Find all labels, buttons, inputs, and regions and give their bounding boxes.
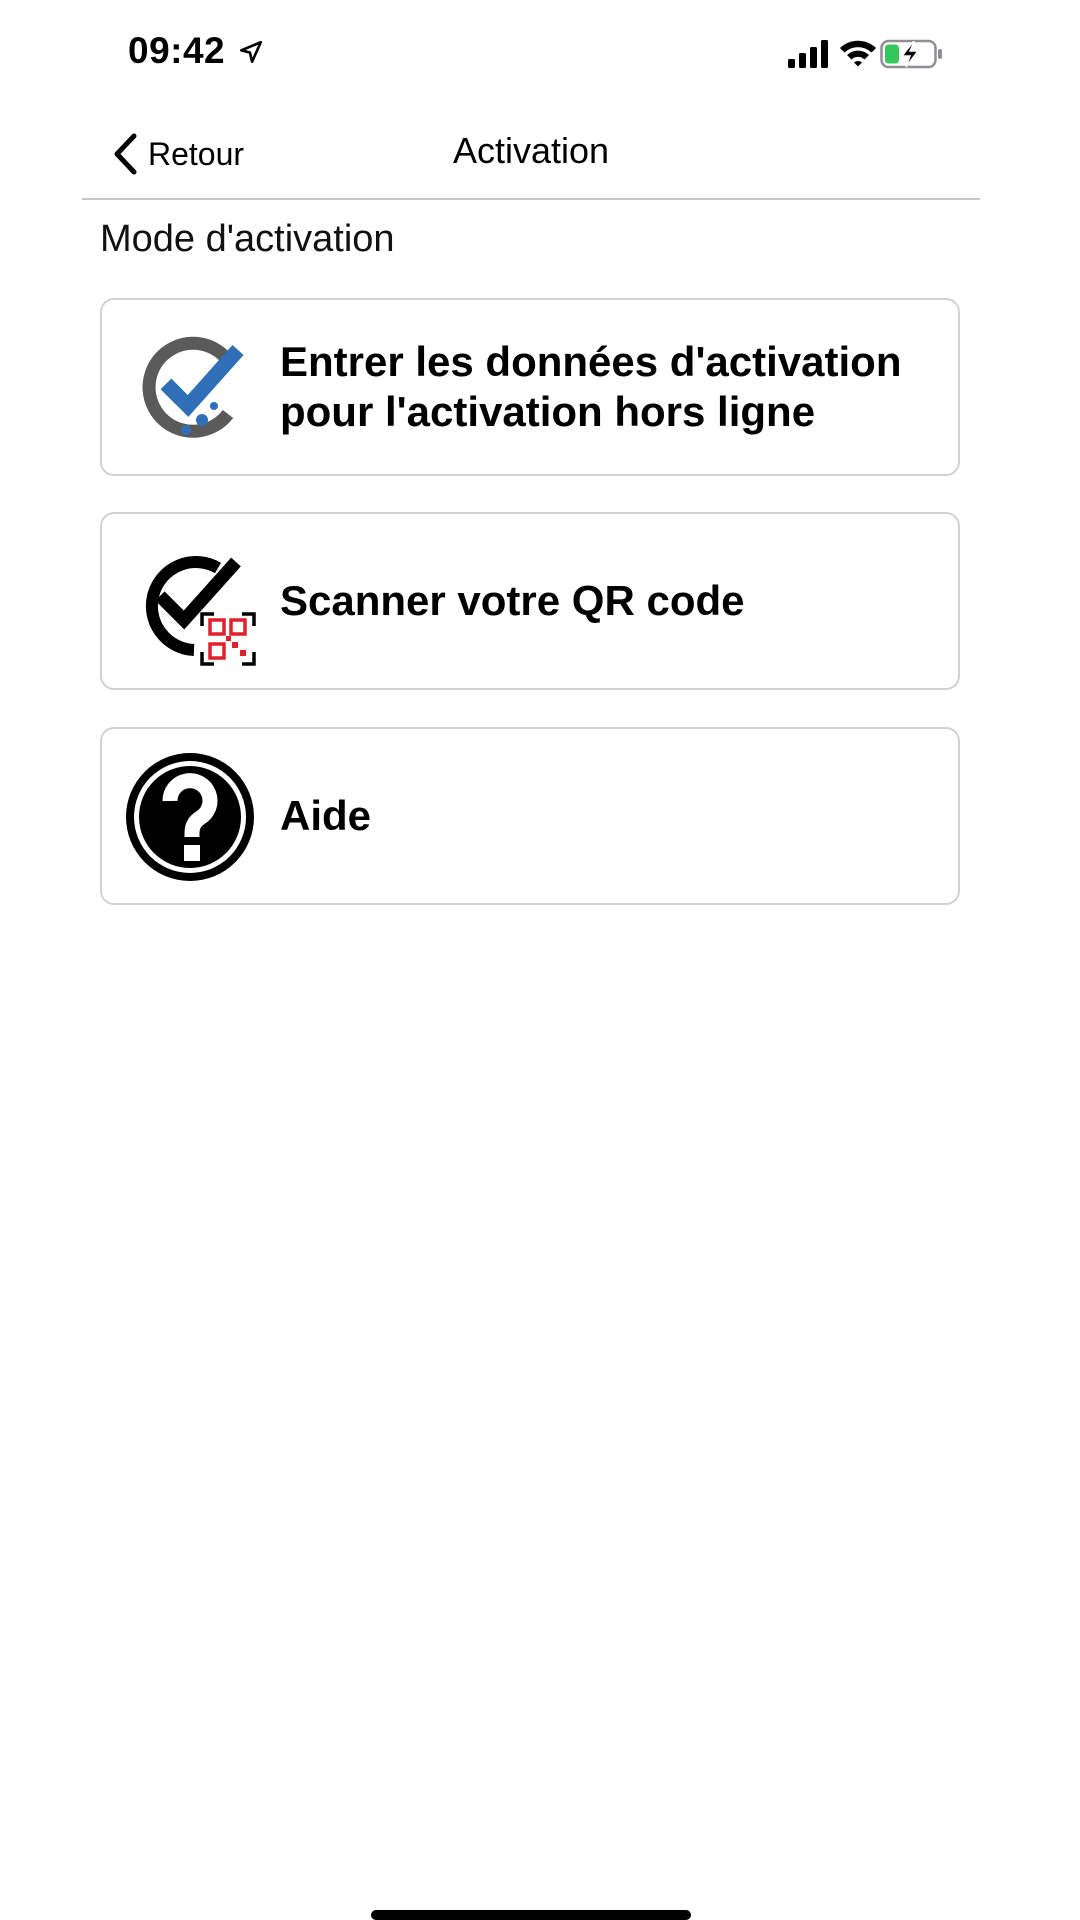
status-time: 09:42 <box>128 30 226 71</box>
help-label: Aide <box>280 792 372 839</box>
offline-activation-label: Entrer les données d'activation pour l'a… <box>280 338 902 435</box>
cellular-signal-icon <box>788 40 828 68</box>
section-label: Mode d'activation <box>100 218 395 260</box>
home-indicator[interactable] <box>371 1910 691 1920</box>
help-option[interactable]: Aide <box>100 727 960 905</box>
navigation-bar: Retour Activation <box>82 110 980 200</box>
battery-charging-icon <box>880 39 942 69</box>
scan-qr-code-option[interactable]: Scanner votre QR code <box>100 512 960 690</box>
scan-qr-code-label: Scanner votre QR code <box>280 577 745 624</box>
offline-activation-option[interactable]: Entrer les données d'activation pour l'a… <box>100 298 960 476</box>
wifi-icon <box>840 40 876 67</box>
help-question-icon <box>126 753 254 881</box>
location-arrow-icon <box>239 40 263 64</box>
status-bar: 09:42 <box>0 0 1080 100</box>
page-title: Activation <box>452 130 610 171</box>
qr-code-check-icon <box>145 556 256 666</box>
offline-activation-check-icon <box>142 336 244 438</box>
